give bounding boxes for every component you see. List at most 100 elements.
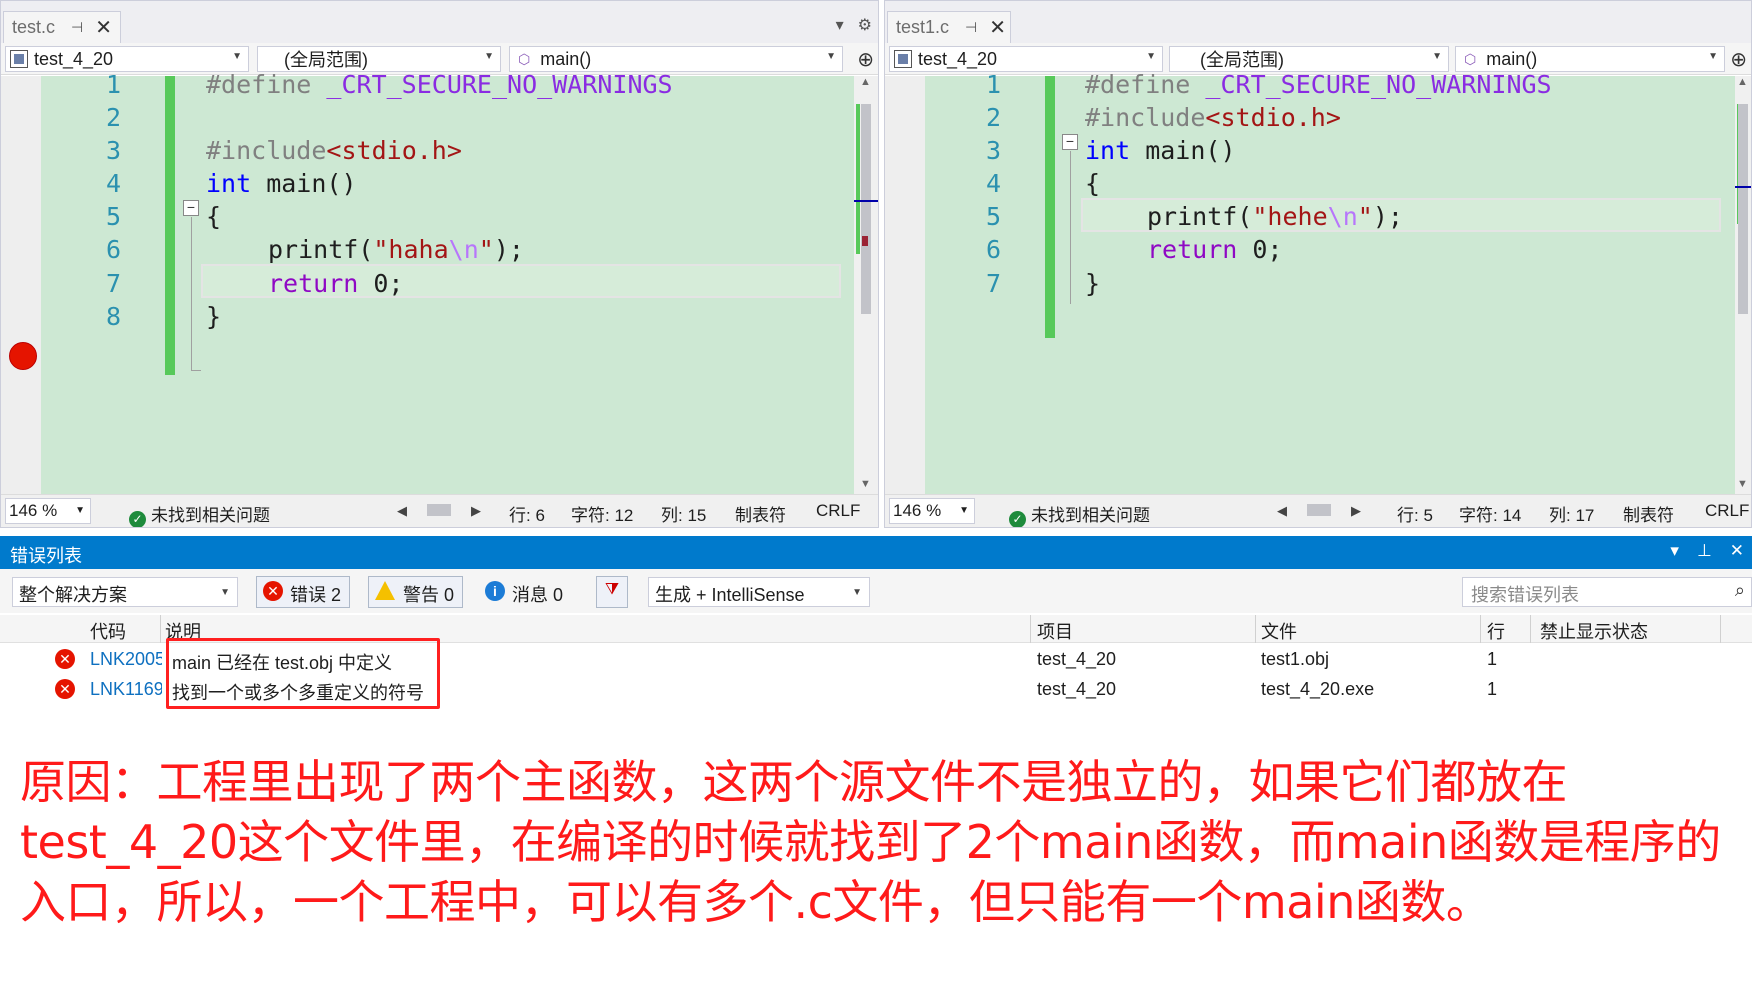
scroll-thumb[interactable] (861, 104, 871, 314)
pin-icon[interactable]: ⊣ (71, 19, 83, 36)
line-number: 5 (985, 202, 1001, 231)
member-dropdown[interactable]: ⬡ main() ▼ (509, 46, 843, 72)
scroll-left-icon: ◀ (397, 503, 407, 518)
breakpoint-gutter[interactable] (885, 76, 925, 496)
column-separator[interactable] (1480, 615, 1481, 643)
project-dropdown[interactable]: test_4_20 ▼ (5, 46, 249, 72)
error-icon: ✕ (263, 581, 283, 601)
zoom-dropdown[interactable]: 146 % ▼ (889, 498, 975, 524)
highlight-box (166, 638, 440, 709)
panel-controls: ▾ ⊥ ✕ (1670, 541, 1744, 561)
search-input[interactable]: 搜索错误列表 ⌕ (1462, 577, 1752, 607)
scroll-down-icon[interactable]: ▼ (860, 478, 871, 490)
scope-dropdown[interactable]: 整个解决方案 ▼ (12, 577, 238, 607)
column-project[interactable]: 项目 (1037, 618, 1073, 644)
errors-filter-button[interactable]: ✕ 错误 2 (256, 576, 351, 608)
search-placeholder: 搜索错误列表 (1471, 585, 1579, 605)
column-separator[interactable] (160, 615, 161, 643)
status-col: 列: 15 (661, 506, 707, 525)
close-icon[interactable]: ✕ (989, 15, 1006, 40)
project-dropdown[interactable]: test_4_20 ▼ (889, 46, 1163, 72)
scope-label: (全局范围) (284, 50, 368, 70)
zoom-dropdown[interactable]: 146 % ▼ (5, 498, 91, 524)
error-code[interactable]: LNK2005 (90, 649, 162, 670)
column-separator[interactable] (1530, 615, 1531, 643)
chevron-down-icon: ▼ (484, 51, 494, 62)
annotation-text: 原因：工程里出现了两个主函数，这两个源文件不是独立的，如果它们都放在test_4… (20, 755, 1721, 929)
dropdown-icon[interactable]: ▾ (836, 15, 844, 35)
build-filter-dropdown[interactable]: 生成 + IntelliSense ▼ (648, 577, 870, 607)
split-icon[interactable]: ⊕ (1730, 47, 1747, 72)
scope-dropdown[interactable]: (全局范围) ▼ (1169, 46, 1449, 72)
status-tabs[interactable]: 制表符 (1623, 501, 1674, 526)
split-icon[interactable]: ⊕ (857, 47, 874, 72)
horizontal-scrollbar[interactable]: ◀ ▶ (397, 503, 481, 519)
status-char: 字符: 14 (1459, 506, 1522, 525)
method-icon: ⬡ (518, 50, 531, 67)
vertical-scrollbar[interactable]: ▲ ▼ (854, 76, 878, 496)
filter-icon[interactable]: ⧩ (596, 576, 628, 608)
project-name: test_4_20 (34, 48, 114, 69)
issues-indicator[interactable]: ✓ 未找到相关问题 (129, 501, 270, 527)
dropdown-icon[interactable]: ▾ (1670, 541, 1679, 561)
status-eol[interactable]: CRLF (816, 501, 860, 521)
line-number: 6 (985, 235, 1001, 264)
status-tabs[interactable]: 制表符 (735, 501, 786, 526)
editor-status-bar: 146 % ▼ ✓ 未找到相关问题 ◀ ▶ 行: 6 字符: 12 列: 15 制表… (1, 494, 878, 527)
collapse-icon[interactable]: − (183, 200, 199, 216)
scroll-left-icon: ◀ (1277, 503, 1287, 518)
error-code[interactable]: LNK1169 (90, 679, 162, 700)
warnings-filter-button[interactable]: 警告 0 (368, 576, 464, 608)
tab-bar-controls: ▾ ⚙ (836, 15, 872, 35)
tab-test-c[interactable]: test.c ⊣ ✕ (3, 11, 121, 43)
code-line-2: #include<stdio.h> (1085, 103, 1341, 132)
member-dropdown[interactable]: ⬡ main() ▼ (1455, 46, 1725, 72)
line-number: 6 (105, 235, 121, 264)
scroll-down-icon[interactable]: ▼ (1737, 478, 1748, 490)
code-editor[interactable]: 1 2 3 4 5 6 7 8 − #define _CRT_SECURE_NO… (1, 70, 878, 496)
panel-title: 错误列表 (10, 546, 82, 566)
code-line-1: #define _CRT_SECURE_NO_WARNINGS (1085, 70, 1552, 99)
error-icon: ✕ (55, 649, 75, 669)
column-separator[interactable] (1255, 615, 1256, 643)
column-separator[interactable] (1030, 615, 1031, 643)
column-file[interactable]: 文件 (1261, 618, 1297, 644)
code-line-3: #include<stdio.h> (206, 136, 462, 165)
issues-indicator[interactable]: ✓ 未找到相关问题 (1009, 501, 1150, 527)
error-line: 1 (1487, 649, 1498, 669)
caret-marker (1735, 186, 1751, 188)
breakpoint-gutter[interactable] (1, 76, 41, 496)
error-file: test_4_20.exe (1261, 679, 1375, 699)
pin-icon[interactable]: ⊣ (965, 19, 977, 36)
scroll-thumb[interactable] (1738, 104, 1748, 314)
column-code[interactable]: 代码 (90, 618, 126, 644)
scroll-up-icon[interactable]: ▲ (1737, 76, 1748, 88)
code-editor[interactable]: 1 2 3 4 5 6 7 − #define _CRT_SECURE_NO_W… (885, 70, 1751, 496)
tab-title: test.c (12, 17, 56, 37)
close-icon[interactable]: ✕ (1730, 541, 1744, 561)
collapse-icon[interactable]: − (1062, 134, 1078, 150)
column-suppress[interactable]: 禁止显示状态 (1540, 618, 1648, 644)
vertical-scrollbar[interactable]: ▲ ▼ (1735, 76, 1751, 496)
warnings-count: 警告 0 (403, 585, 455, 605)
column-line[interactable]: 行 (1487, 618, 1505, 644)
chevron-down-icon: ▼ (1708, 51, 1718, 62)
fold-guide (191, 217, 192, 370)
tab-test1-c[interactable]: test1.c ⊣ ✕ (887, 11, 1011, 43)
gear-icon[interactable]: ⚙ (858, 15, 872, 35)
breakpoint-icon[interactable] (9, 342, 37, 370)
error-project: test_4_20 (1037, 679, 1117, 699)
editor-pane-test-c: test.c ⊣ ✕ ▾ ⚙ test_4_20 ▼ (全局范围) ▼ ⬡ ma… (0, 0, 879, 528)
column-separator[interactable] (1720, 615, 1721, 643)
scroll-up-icon[interactable]: ▲ (860, 76, 871, 88)
search-icon[interactable]: ⌕ (1735, 580, 1745, 601)
status-eol[interactable]: CRLF (1705, 501, 1749, 521)
member-label: main() (1486, 48, 1538, 69)
messages-filter-button[interactable]: i 消息 0 (478, 576, 572, 608)
scope-dropdown[interactable]: (全局范围) ▼ (257, 46, 501, 72)
pin-icon[interactable]: ⊥ (1697, 541, 1712, 561)
horizontal-scrollbar[interactable]: ◀ ▶ (1277, 503, 1361, 519)
code-line-4: { (1085, 169, 1101, 198)
member-label: main() (540, 48, 592, 69)
close-icon[interactable]: ✕ (95, 15, 112, 40)
